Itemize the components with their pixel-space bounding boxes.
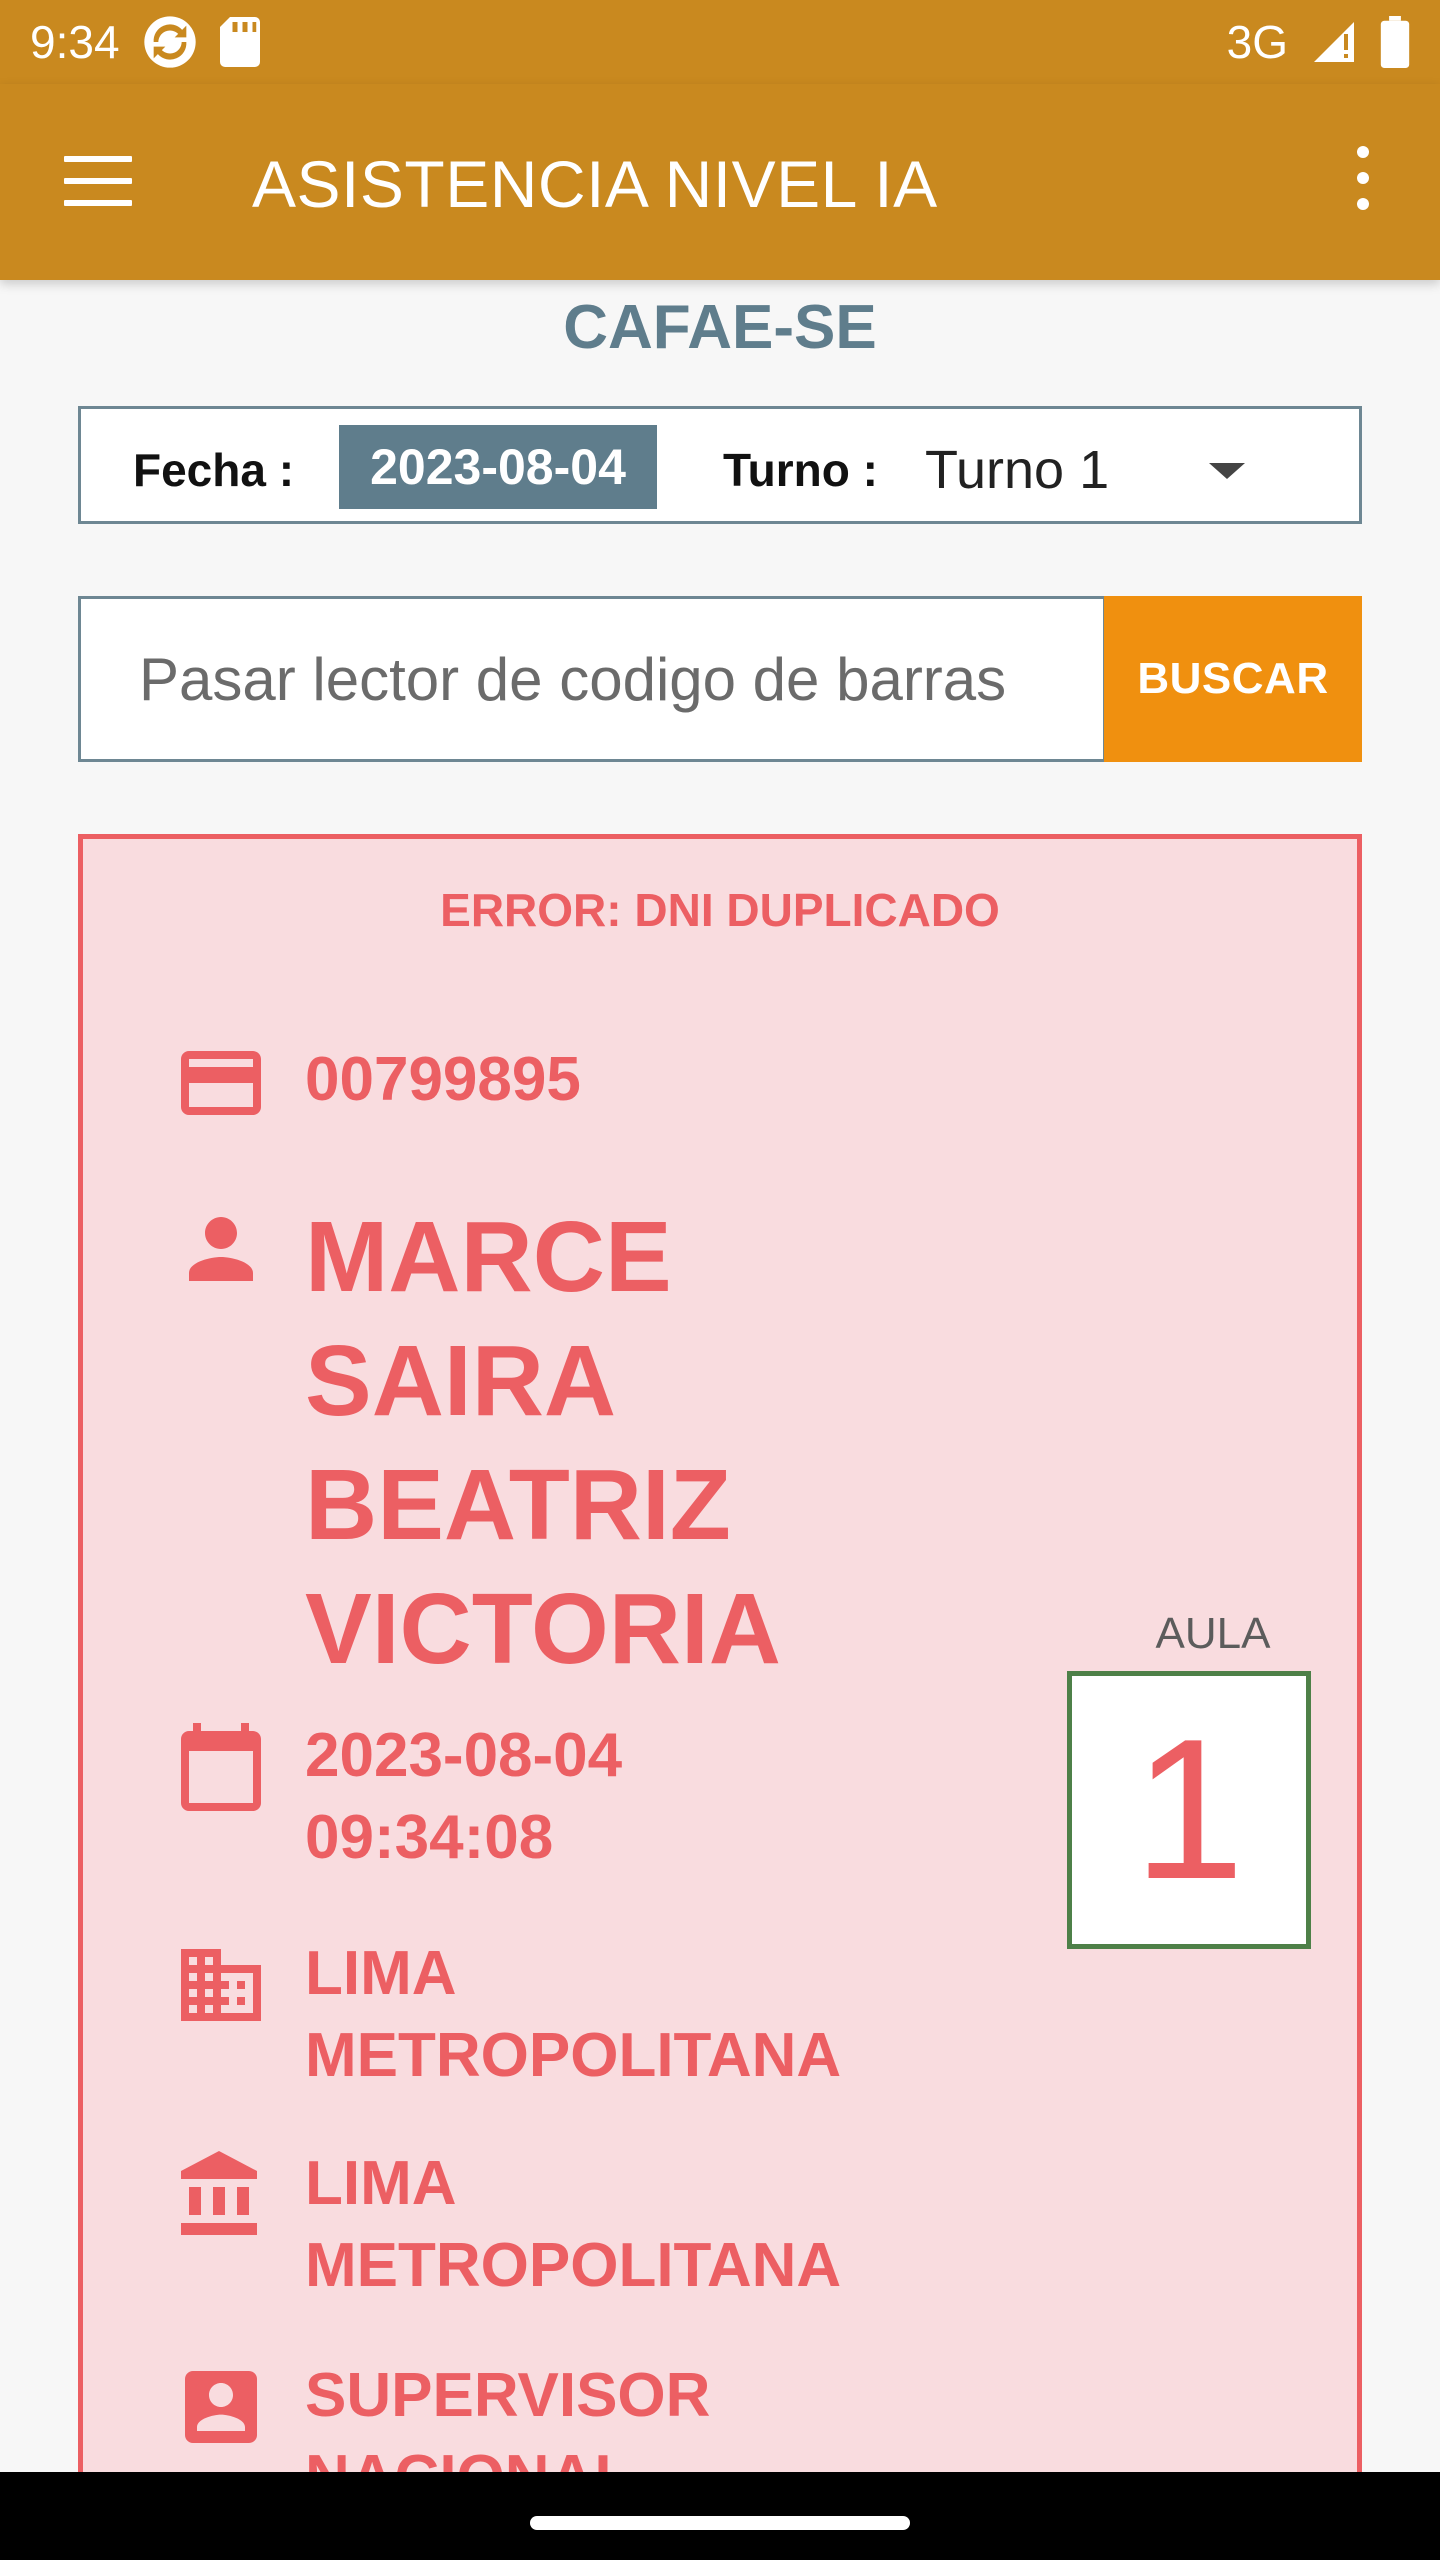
search-button[interactable]: BUSCAR	[1104, 596, 1362, 762]
bank-icon	[181, 2151, 257, 2235]
registration-datetime: 2023-08-04 09:34:08	[305, 1715, 622, 1879]
name-line: VICTORIA	[305, 1573, 781, 1685]
barcode-search-input[interactable]	[78, 596, 1106, 762]
filter-bar: Fecha : 2023-08-04 Turno : Turno 1	[78, 406, 1362, 524]
shift-label: Turno :	[723, 444, 878, 496]
home-gesture-handle[interactable]	[530, 2516, 910, 2530]
network-type: 3G	[1226, 16, 1288, 68]
status-time: 9:34	[30, 16, 120, 68]
dni-value: 00799895	[305, 1045, 581, 1114]
hamburger-menu-icon[interactable]	[64, 156, 132, 208]
badge-icon	[185, 2371, 257, 2443]
role-line: NACIONAL	[305, 2437, 710, 2474]
datetime-row: 2023-08-04 09:34:08	[173, 1719, 622, 1879]
shift-select[interactable]: Turno 1	[925, 439, 1109, 501]
city-icon	[181, 1949, 261, 2021]
credit-card-icon	[181, 1051, 261, 1115]
region-line: METROPOLITANA	[305, 2021, 842, 2090]
name-line: BEATRIZ	[305, 1449, 731, 1561]
region-line: LIMA	[305, 1939, 457, 2008]
role-value: SUPERVISOR NACIONAL	[305, 2355, 710, 2474]
institution-value: LIMA METROPOLITANA	[305, 2143, 841, 2307]
institution-row: LIMA METROPOLITANA	[173, 2147, 841, 2307]
calendar-icon	[181, 1723, 261, 1811]
sd-card-icon	[219, 17, 260, 67]
dropdown-arrow-icon[interactable]	[1209, 463, 1245, 479]
classroom-label: AULA	[1155, 1609, 1271, 1658]
status-bar: 9:34 3G	[0, 0, 1440, 84]
person-icon	[189, 1217, 253, 1281]
region-row: LIMA METROPOLITANA	[173, 1937, 841, 2097]
time-line: 09:34:08	[305, 1803, 554, 1872]
date-picker[interactable]: 2023-08-04	[339, 425, 657, 509]
institution-line: METROPOLITANA	[305, 2231, 842, 2300]
organization-title: CAFAE-SE	[563, 293, 877, 362]
dni-row: 00799895	[173, 1035, 581, 1131]
date-label: Fecha :	[133, 444, 295, 496]
role-row: SUPERVISOR NACIONAL	[173, 2359, 710, 2474]
attendance-record-card: ERROR: DNI DUPLICADO 00799895 MARCE SAIR…	[78, 834, 1362, 2474]
sync-icon	[142, 14, 198, 70]
full-name: MARCE SAIRA BEATRIZ VICTORIA	[305, 1195, 781, 1691]
error-message: ERROR: DNI DUPLICADO	[440, 884, 1000, 936]
app-bar: ASISTENCIA NIVEL IA	[0, 84, 1440, 280]
app-title: ASISTENCIA NIVEL IA	[252, 147, 938, 221]
more-vert-icon[interactable]	[1352, 146, 1374, 218]
role-line: SUPERVISOR	[305, 2361, 711, 2430]
date-line: 2023-08-04	[305, 1721, 623, 1790]
region-value: LIMA METROPOLITANA	[305, 1933, 841, 2097]
name-line: MARCE	[305, 1201, 672, 1313]
signal-icon	[1310, 18, 1358, 66]
name-line: SAIRA	[305, 1325, 617, 1437]
battery-icon	[1380, 16, 1410, 68]
name-row: MARCE SAIRA BEATRIZ VICTORIA	[173, 1201, 781, 1691]
classroom-number: 1	[1067, 1671, 1311, 1949]
institution-line: LIMA	[305, 2149, 457, 2218]
